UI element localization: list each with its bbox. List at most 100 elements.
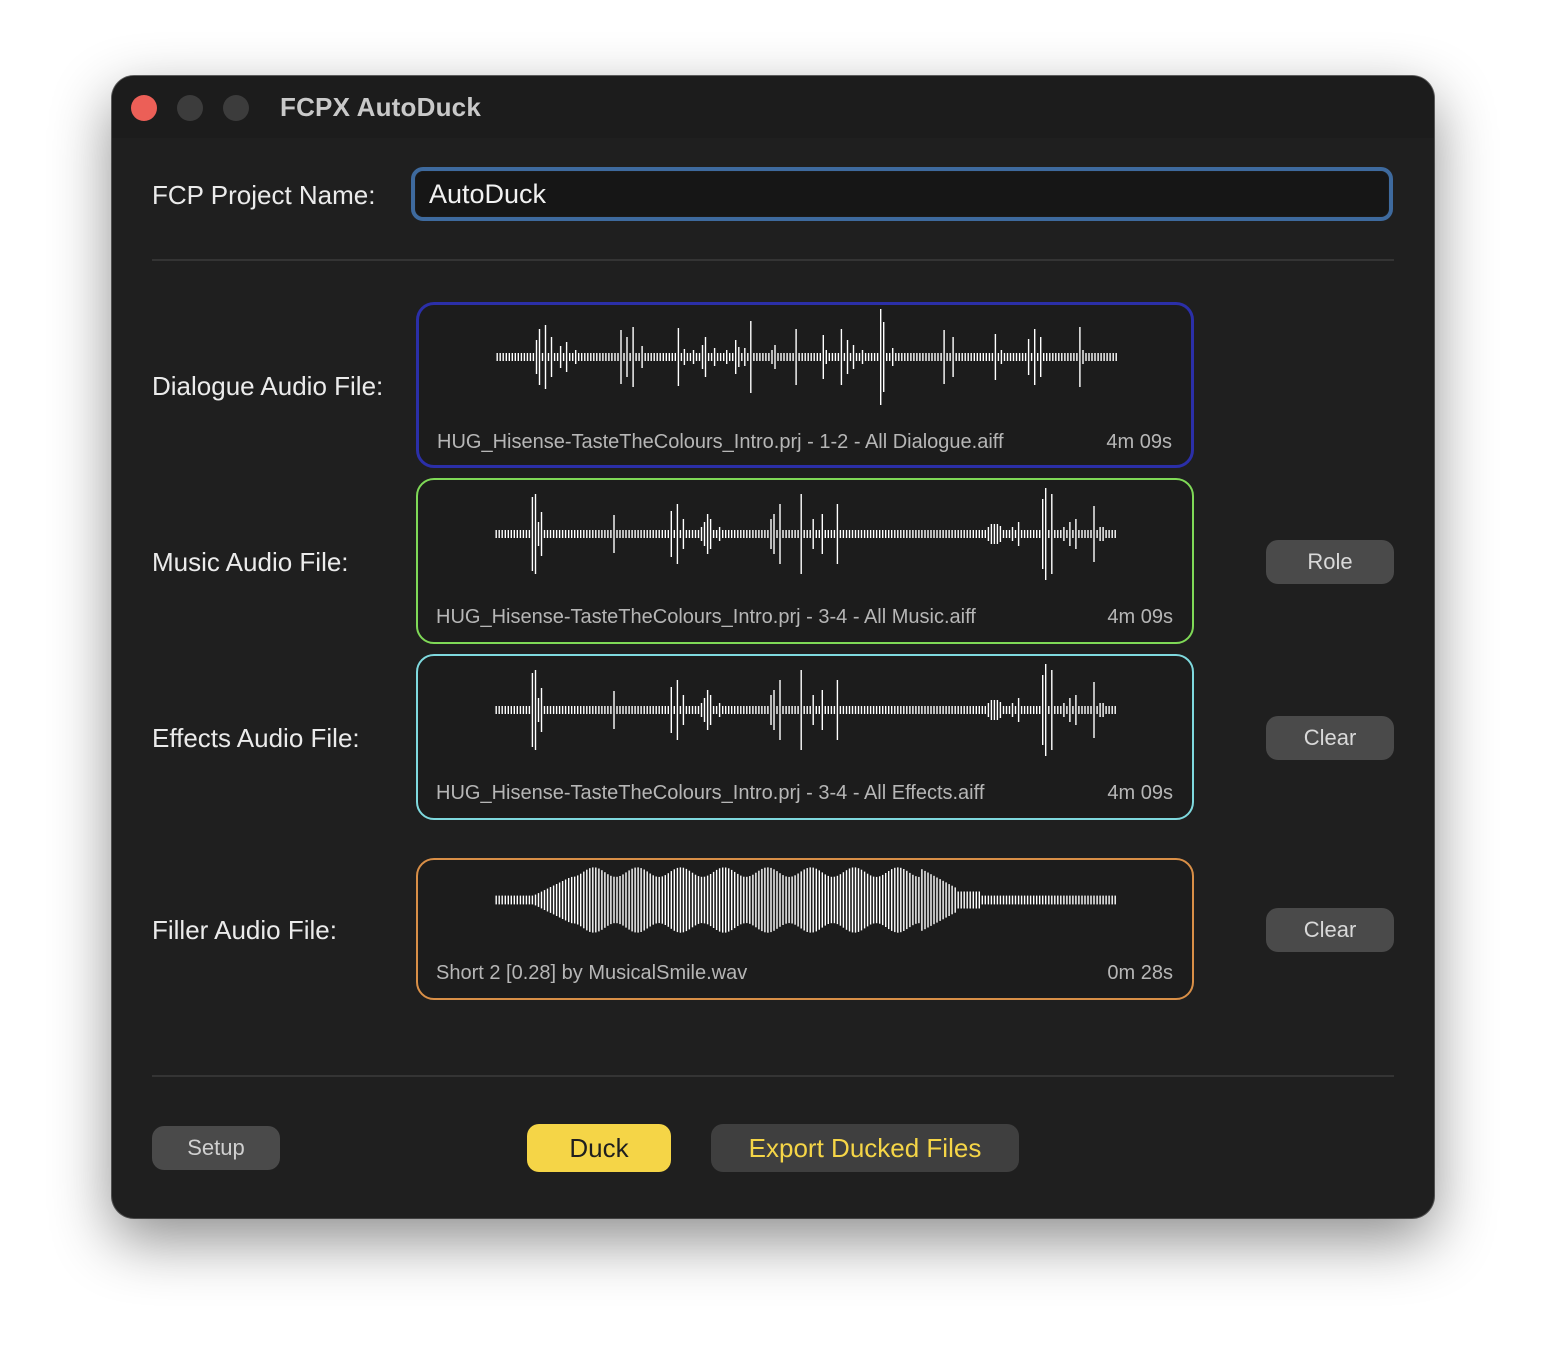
waveform-bar <box>885 706 887 714</box>
waveform-bar <box>821 514 823 554</box>
filler-file-name: Short 2 [0.28] by MusicalSmile.wav <box>436 962 748 984</box>
waveform-bar <box>1078 895 1080 905</box>
waveform-bar <box>583 706 585 714</box>
waveform-bar <box>1093 895 1095 905</box>
waveform-bar <box>495 895 497 905</box>
zoom-window-button[interactable] <box>223 95 249 121</box>
waveform-bar <box>700 703 703 717</box>
minimize-window-button[interactable] <box>177 95 203 121</box>
waveform-bar <box>685 706 688 714</box>
waveform-bar <box>1105 706 1107 714</box>
setup-button[interactable]: Setup <box>152 1126 280 1170</box>
music-duration: 4m 09s <box>1107 606 1173 628</box>
waveform-bar <box>679 867 682 933</box>
waveform-bar <box>577 875 579 925</box>
waveform-bar <box>993 895 996 905</box>
role-button[interactable]: Role <box>1266 540 1394 584</box>
waveform-bar <box>516 895 518 905</box>
waveform-bar <box>1063 527 1065 541</box>
waveform-bar <box>857 530 860 538</box>
waveform-bar <box>628 530 630 538</box>
waveform-bar <box>495 530 497 538</box>
waveform-bar <box>1090 895 1092 905</box>
waveform-bar <box>595 867 597 933</box>
waveform-bar <box>712 706 715 714</box>
waveform-bar <box>990 524 993 544</box>
waveform-bar <box>752 874 754 926</box>
close-window-button[interactable] <box>131 95 157 121</box>
waveform-bar <box>649 873 651 927</box>
waveform-bar <box>1023 895 1026 905</box>
waveform-bar <box>689 353 692 361</box>
waveform-bar <box>747 353 749 361</box>
waveform-bar <box>773 690 775 730</box>
waveform-bar <box>661 876 663 924</box>
waveform-bar <box>749 876 751 924</box>
music-drop-zone[interactable]: HUG_Hisense-TasteTheColours_Intro.prj - … <box>416 478 1194 644</box>
waveform-bar <box>498 895 500 905</box>
waveform-bar <box>577 706 579 714</box>
waveform-bar <box>725 867 727 933</box>
waveform-bar <box>552 530 555 538</box>
waveform-bar <box>649 706 651 714</box>
waveform-bar <box>752 706 754 714</box>
waveform-bar <box>1102 527 1104 541</box>
duck-button[interactable]: Duck <box>527 1124 671 1172</box>
effects-drop-zone[interactable]: HUG_Hisense-TasteTheColours_Intro.prj - … <box>416 654 1194 820</box>
waveform-bar <box>788 876 790 924</box>
waveform-bar <box>540 891 543 909</box>
waveform-bar <box>888 871 890 930</box>
export-ducked-files-button[interactable]: Export Ducked Files <box>711 1124 1019 1172</box>
waveform-bar <box>643 530 645 538</box>
waveform-bar <box>519 895 522 905</box>
waveform-bar <box>963 530 965 538</box>
waveform-bar <box>622 706 624 714</box>
clear-effects-button[interactable]: Clear <box>1266 716 1394 760</box>
waveform-bar <box>900 706 902 714</box>
waveform-bar <box>661 706 663 714</box>
waveform-bar <box>869 706 872 714</box>
waveform-bar <box>510 895 512 905</box>
waveform-bar <box>586 706 588 714</box>
waveform-bar <box>574 876 576 924</box>
waveform-bar <box>543 890 546 910</box>
clear-filler-button[interactable]: Clear <box>1266 908 1394 952</box>
dialogue-drop-zone[interactable]: HUG_Hisense-TasteTheColours_Intro.prj - … <box>416 302 1194 468</box>
waveform-bar <box>845 530 848 538</box>
waveform-bar <box>1094 353 1096 361</box>
waveform-bar <box>925 353 927 361</box>
filler-drop-zone[interactable]: Short 2 [0.28] by MusicalSmile.wav 0m 28… <box>416 858 1194 1000</box>
title-bar[interactable]: FCPX AutoDuck <box>112 76 1434 138</box>
waveform-bar <box>501 706 503 714</box>
waveform-bar <box>743 876 745 924</box>
waveform-bar <box>764 706 766 714</box>
project-name-input[interactable] <box>411 167 1393 221</box>
waveform-bar <box>1091 353 1093 361</box>
waveform-bar <box>561 881 564 919</box>
waveform-bar <box>960 530 962 538</box>
waveform-bar <box>1060 530 1062 538</box>
waveform-bar <box>646 530 648 538</box>
waveform-bar <box>872 876 875 924</box>
waveform-bar <box>794 706 796 714</box>
waveform-bar <box>827 706 829 714</box>
waveform-bar <box>1093 682 1095 738</box>
waveform-bar <box>529 353 532 361</box>
waveform-bar <box>498 530 500 538</box>
waveform-bar <box>1003 353 1006 361</box>
waveform-bar <box>788 706 790 714</box>
waveform-bar <box>1112 353 1114 361</box>
window-title: FCPX AutoDuck <box>280 92 481 122</box>
waveform-bar <box>722 706 724 714</box>
waveform-bar <box>643 706 645 714</box>
waveform-bar <box>915 876 917 924</box>
waveform-bar <box>909 706 911 714</box>
waveform-bar <box>770 695 772 725</box>
waveform-bar <box>795 329 797 385</box>
waveform-bar <box>715 869 718 930</box>
waveform-bar <box>740 706 742 714</box>
waveform-bar <box>996 700 999 720</box>
waveform-bar <box>807 353 809 361</box>
waveform-bar <box>514 353 516 361</box>
waveform-bar <box>694 874 697 926</box>
